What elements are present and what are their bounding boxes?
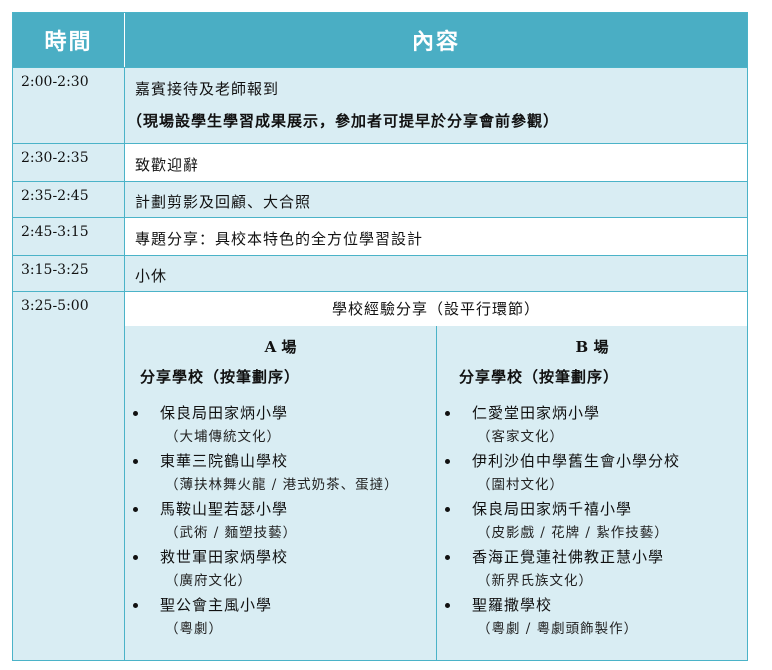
school-name: 東華三院鶴山學校 [160, 452, 289, 470]
school-name: 香海正覺蓮社佛教正慧小學 [472, 548, 665, 566]
header-content: 內容 [125, 13, 747, 67]
school-note: （粵劇 / 粵劇頭飾製作） [477, 621, 639, 637]
row-time: 3:25-5:00 [13, 292, 125, 660]
list-item: 伊利沙伯中學舊生會小學分校 [445, 450, 680, 471]
list-item: 聖公會主風小學 [133, 594, 272, 615]
row-line: 致歡迎辭 [135, 156, 200, 174]
list-item: 救世軍田家炳學校 [133, 546, 288, 567]
school-name: 保良局田家炳千禧小學 [472, 500, 633, 518]
school-name: 保良局田家炳小學 [160, 404, 289, 422]
school-note: （新界氏族文化） [477, 573, 593, 589]
list-item: 馬鞍山聖若瑟小學 [133, 498, 288, 519]
row-content: 小休 [125, 256, 747, 291]
session-title: 學校經驗分享（設平行環節） [125, 292, 747, 327]
school-name: 伊利沙伯中學舊生會小學分校 [472, 452, 681, 470]
bullet-icon [133, 458, 138, 464]
list-item: 保良局田家炳小學 [133, 402, 288, 423]
row-line: 小休 [135, 267, 168, 285]
row-line: 專題分享：具校本特色的全方位學習設計 [135, 230, 424, 248]
school-note: （皮影戲 / 花牌 / 紥作技藝） [477, 525, 669, 541]
school-name: 仁愛堂田家炳小學 [472, 404, 601, 422]
bullet-icon [445, 506, 450, 512]
school-name: 救世軍田家炳學校 [160, 548, 289, 566]
school-name: 馬鞍山聖若瑟小學 [160, 500, 289, 518]
row-content: 專題分享：具校本特色的全方位學習設計 [125, 218, 747, 255]
schedule-row: 3:15-3:25 小休 [13, 255, 747, 291]
school-note: （大埔傳統文化） [165, 429, 281, 445]
schedule-row: 2:30-2:35 致歡迎辭 [13, 143, 747, 181]
bullet-icon [133, 602, 138, 608]
header-time: 時間 [13, 13, 124, 67]
bullet-icon [133, 506, 138, 512]
schedule-row: 2:45-3:15 專題分享：具校本特色的全方位學習設計 [13, 217, 747, 255]
school-note: （武術 / 麵塑技藝） [165, 525, 298, 541]
bullet-icon [445, 602, 450, 608]
schedule-table: 時間 內容 2:00-2:30 嘉賓接待及老師報到 （現場設學生學習成果展示，參… [12, 12, 748, 661]
venue-subtitle: 分享學校（按筆劃序） [140, 368, 301, 386]
row-time: 2:35-2:45 [13, 182, 125, 217]
venue-subtitle: 分享學校（按筆劃序） [459, 368, 620, 386]
venue-title: A 場 [264, 338, 297, 356]
row-time: 2:30-2:35 [13, 144, 125, 181]
row-content: 計劃剪影及回顧、大合照 [125, 182, 747, 217]
row-time: 2:45-3:15 [13, 218, 125, 255]
schedule-row: 2:00-2:30 嘉賓接待及老師報到 （現場設學生學習成果展示，參加者可提早於… [13, 67, 747, 143]
bullet-icon [445, 458, 450, 464]
row-line: 計劃剪影及回顧、大合照 [135, 193, 312, 211]
bullet-icon [445, 554, 450, 560]
row-content: 致歡迎辭 [125, 144, 747, 181]
row-content: 學校經驗分享（設平行環節） A 場 分享學校（按筆劃序） 保良局田家炳小學 （大… [125, 292, 747, 660]
list-item: 保良局田家炳千禧小學 [445, 498, 632, 519]
bullet-icon [133, 410, 138, 416]
list-item: 仁愛堂田家炳小學 [445, 402, 600, 423]
list-item: 聖羅撒學校 [445, 594, 552, 615]
list-item: 東華三院鶴山學校 [133, 450, 288, 471]
row-line: 嘉賓接待及老師報到 [135, 80, 280, 98]
school-note: （客家文化） [477, 429, 564, 445]
schedule-row: 3:25-5:00 學校經驗分享（設平行環節） A 場 分享學校（按筆劃序） 保… [13, 291, 747, 660]
bullet-icon [445, 410, 450, 416]
row-time: 2:00-2:30 [13, 68, 125, 143]
list-item: 香海正覺蓮社佛教正慧小學 [445, 546, 664, 567]
school-note: （廣府文化） [165, 573, 252, 589]
venue-a: A 場 分享學校（按筆劃序） 保良局田家炳小學 （大埔傳統文化） 東華三院鶴山學… [125, 326, 437, 660]
venue-b: B 場 分享學校（按筆劃序） 仁愛堂田家炳小學 （客家文化） 伊利沙伯中學舊生會… [437, 326, 747, 660]
bullet-icon [133, 554, 138, 560]
row-content: 嘉賓接待及老師報到 （現場設學生學習成果展示，參加者可提早於分享會前參觀） [125, 68, 747, 143]
school-note: （粵劇） [165, 621, 223, 637]
venue-title: B 場 [575, 338, 609, 356]
school-note: （圍村文化） [477, 477, 564, 493]
row-line-note: （現場設學生學習成果展示，參加者可提早於分享會前參觀） [127, 112, 560, 130]
school-name: 聖羅撒學校 [472, 596, 553, 614]
school-note: （薄扶林舞火龍 / 港式奶茶、蛋撻） [165, 477, 399, 493]
row-time: 3:15-3:25 [13, 256, 125, 291]
schedule-row: 2:35-2:45 計劃剪影及回顧、大合照 [13, 181, 747, 217]
school-name: 聖公會主風小學 [160, 596, 273, 614]
